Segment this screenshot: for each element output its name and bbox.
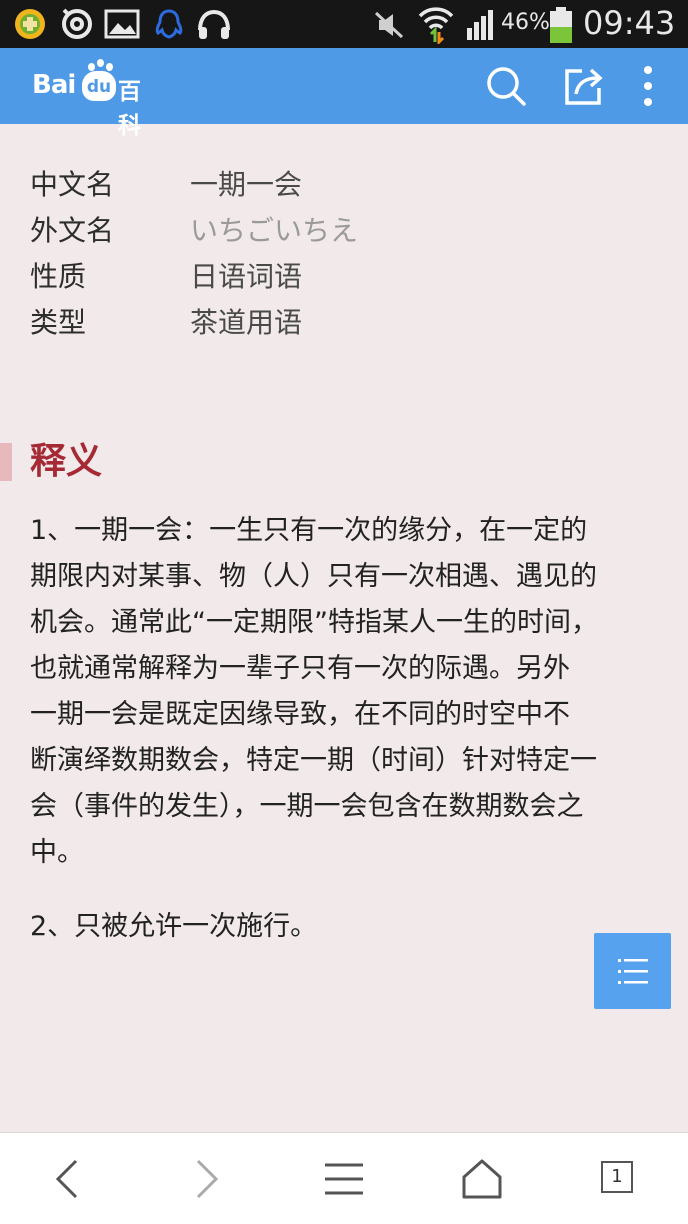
status-bar: 46% 09:43: [0, 0, 688, 48]
headset-icon: [198, 9, 230, 39]
more-icon[interactable]: [628, 64, 672, 108]
paragraph-line: 2、只被允许一次施行。: [30, 911, 318, 942]
infobox-value: いちごいちえ: [190, 214, 359, 247]
qq-icon: [155, 9, 183, 39]
section-title: 释义: [30, 441, 103, 482]
logo-bai-text: Bai: [32, 70, 76, 100]
toc-list-icon: [618, 959, 648, 984]
toc-button[interactable]: [594, 933, 671, 1009]
back-icon[interactable]: [44, 1155, 92, 1203]
clock: 09:43: [583, 4, 676, 42]
game-icon: [15, 9, 45, 39]
paragraph-line: 中。: [30, 837, 84, 868]
forward-icon[interactable]: [182, 1155, 230, 1203]
mute-icon: [374, 11, 404, 39]
paragraph-line: 断演绎数期数会，特定一期（时间）针对特定一: [30, 745, 597, 776]
battery-percent: 46%: [501, 10, 550, 35]
app-header: Bai du 百科: [0, 48, 688, 139]
infobox-value: 一期一会: [190, 168, 303, 201]
infobox-label: 中文名: [30, 168, 115, 201]
section-marker: [0, 443, 12, 481]
paragraph-line: 1、一期一会：一生只有一次的缘分，在一定的: [30, 515, 588, 546]
share-icon[interactable]: [562, 64, 606, 108]
logo-baike-text: 百科: [118, 79, 141, 139]
logo-du-text: du: [82, 71, 116, 101]
infobox-label: 类型: [30, 306, 87, 339]
home-icon[interactable]: [458, 1155, 506, 1203]
infobox-label: 外文名: [30, 214, 115, 247]
infobox-value: 日语词语: [190, 260, 303, 293]
signal-icon: [467, 10, 493, 40]
infobox-value: 茶道用语: [190, 306, 303, 339]
paragraph-line: 机会。通常此“一定期限”特指某人一生的时间，: [30, 607, 598, 638]
search-icon[interactable]: [484, 64, 528, 108]
infobox-label: 性质: [30, 260, 87, 293]
battery-icon: [550, 7, 572, 43]
paragraph-line: 会（事件的发生），一期一会包含在数期数会之: [30, 791, 584, 822]
menu-icon[interactable]: [320, 1155, 368, 1203]
definition-paragraph: 1、一期一会：一生只有一次的缘分，在一定的 期限内对某事、物（人）只有一次相遇、…: [30, 508, 660, 876]
gallery-icon: [104, 9, 140, 39]
paragraph-line: 期限内对某事、物（人）只有一次相遇、遇见的: [30, 561, 597, 592]
weibo-icon: [62, 8, 92, 39]
definition-paragraph-2: 2、只被允许一次施行。: [30, 904, 660, 950]
tabs-icon[interactable]: 1: [601, 1161, 633, 1193]
bottom-nav: 1: [0, 1132, 688, 1224]
paragraph-line: 也就通常解释为一辈子只有一次的际遇。另外: [30, 653, 570, 684]
wifi-icon: [418, 7, 454, 44]
paragraph-line: 一期一会是既定因缘导致，在不同的时空中不: [30, 699, 570, 730]
